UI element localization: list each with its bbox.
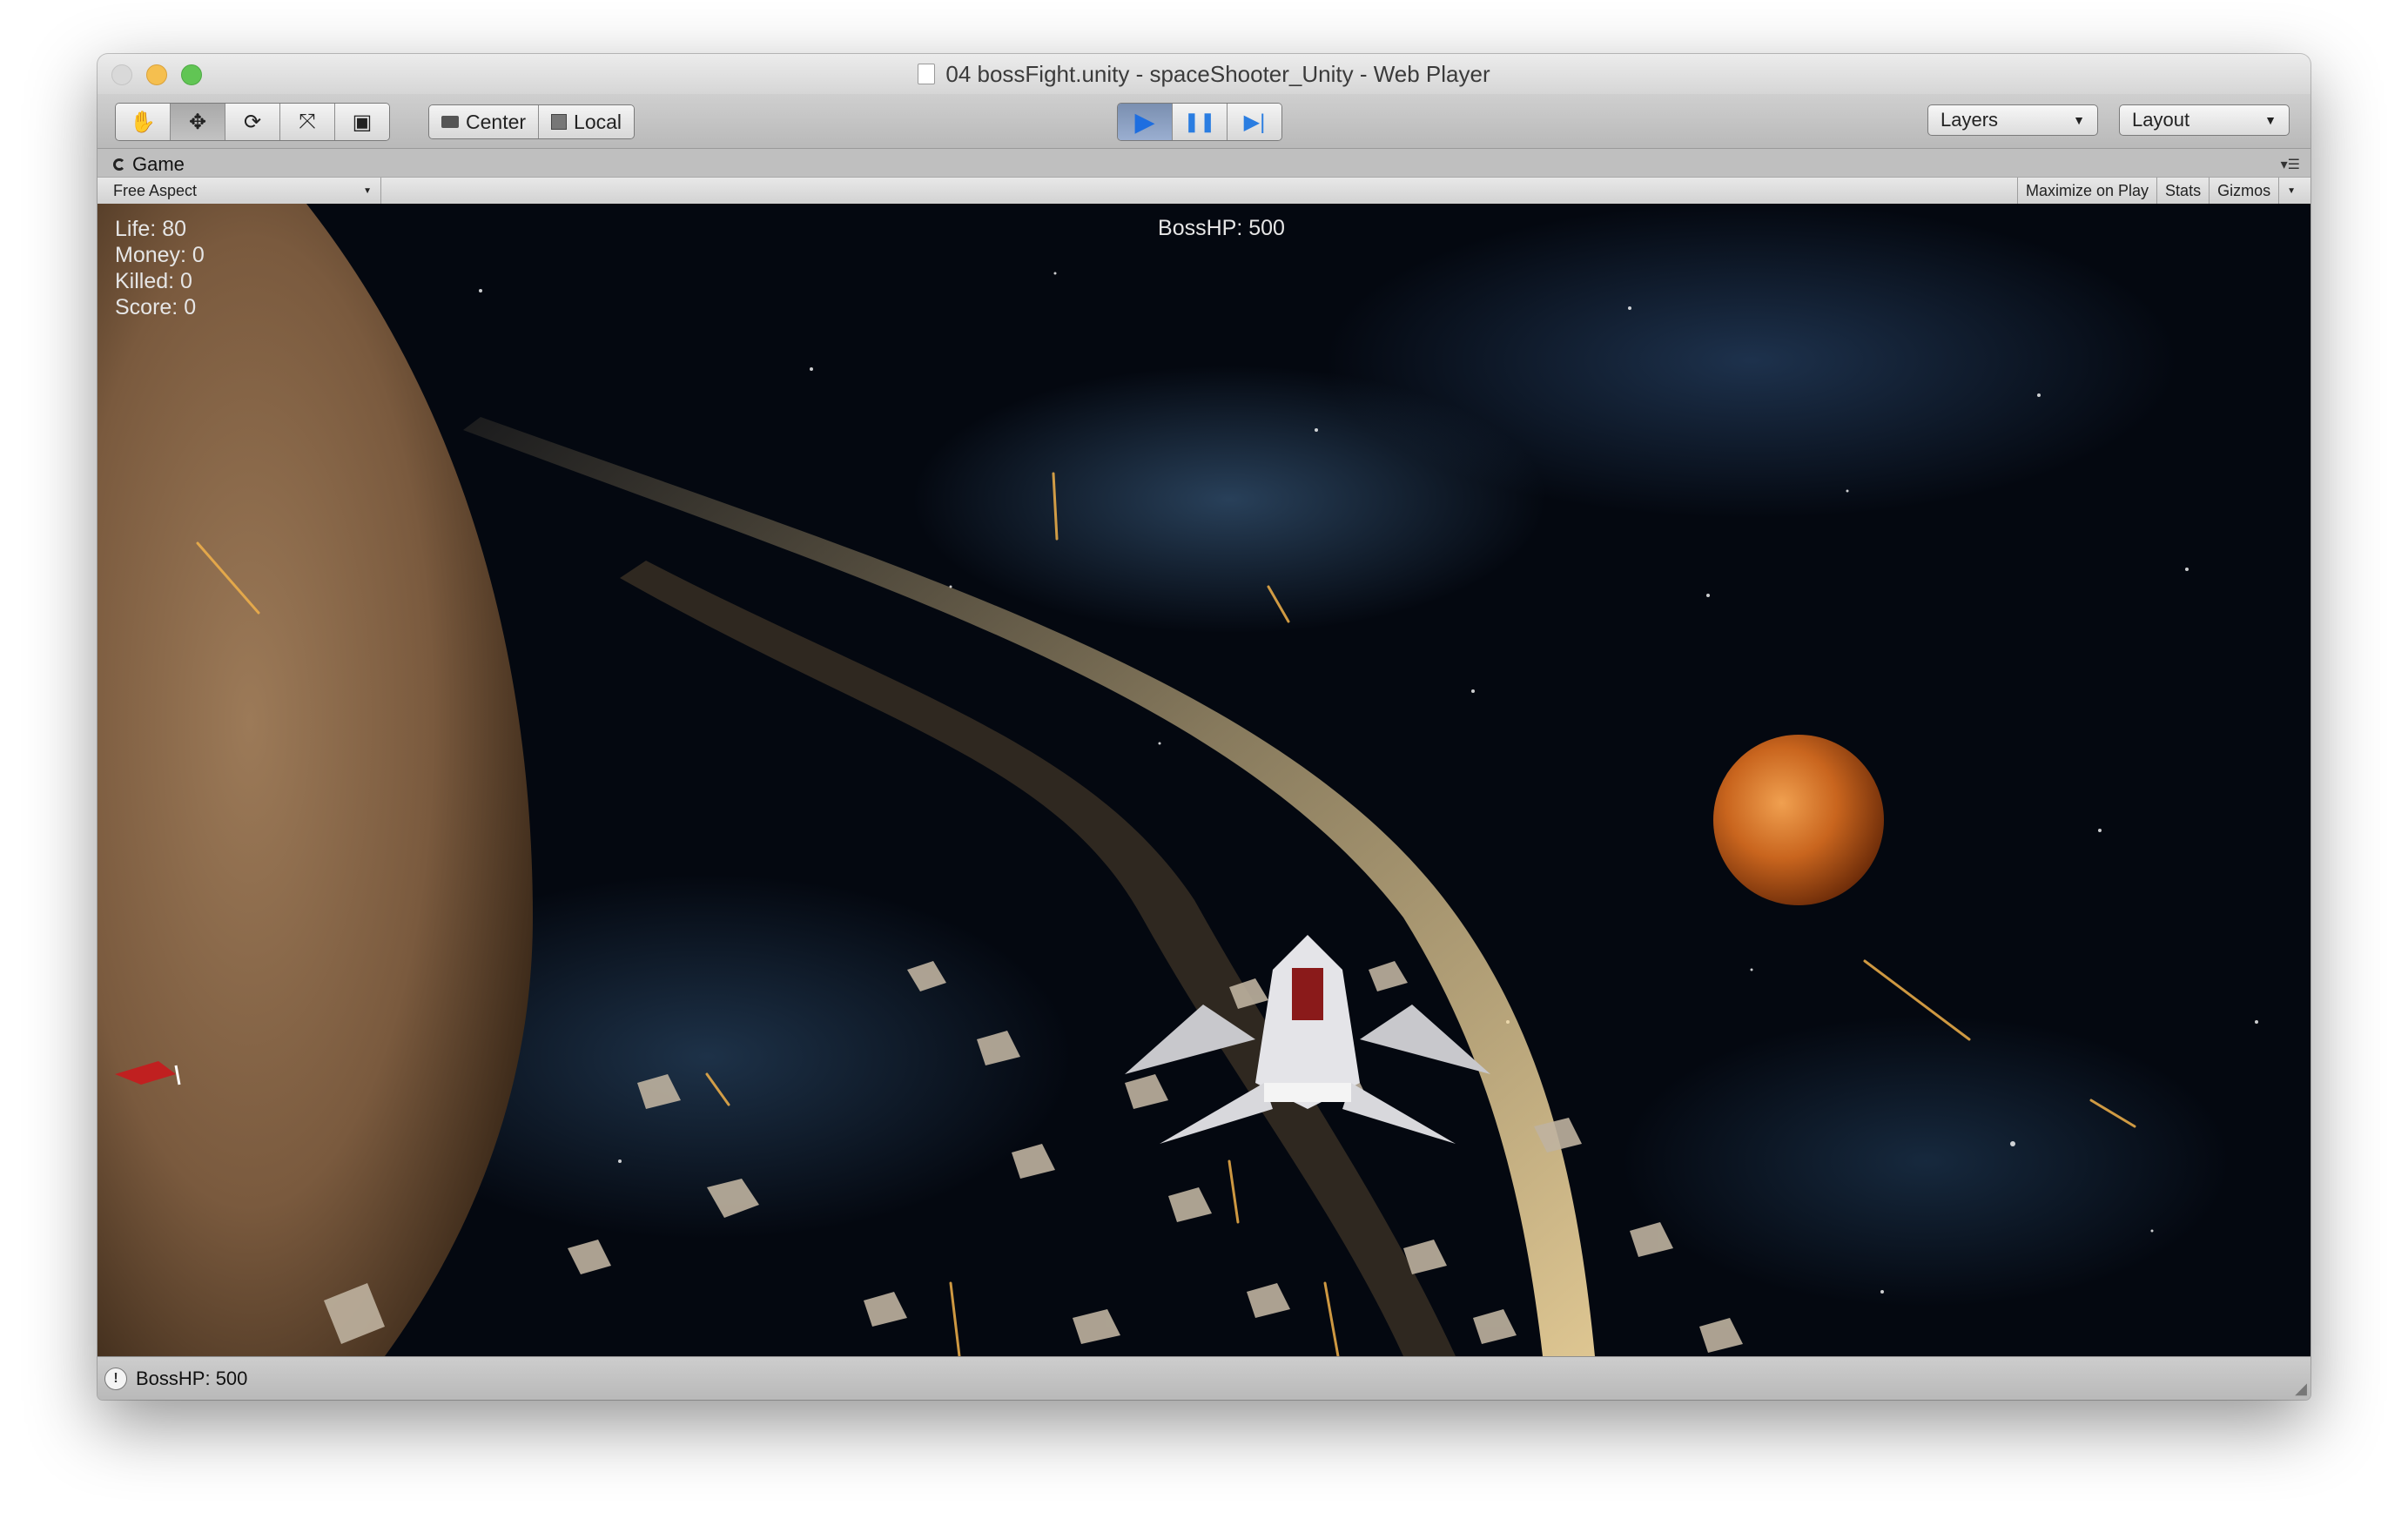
layers-label: Layers [1941, 109, 1999, 131]
step-icon: ▶| [1243, 110, 1266, 134]
hand-tool-button[interactable]: ✋ [116, 104, 171, 140]
layers-dropdown[interactable]: Layers ▼ [1927, 104, 2098, 136]
rotate-icon: ⟳ [243, 110, 262, 134]
space-local-button[interactable]: Local [539, 105, 635, 138]
move-tool-button[interactable]: ✥ [171, 104, 225, 140]
play-button[interactable]: ▶ [1118, 104, 1173, 140]
game-view[interactable]: Life: 80 Money: 0 Killed: 0 Score: 0 Bos… [98, 204, 2310, 1356]
hud-money: Money: 0 [115, 243, 205, 267]
step-button[interactable]: ▶| [1228, 104, 1281, 140]
chevron-down-icon: ▼ [2073, 113, 2085, 127]
planet-ring [463, 417, 1595, 1356]
gizmos-toggle[interactable]: Gizmos [2209, 178, 2278, 204]
cube-icon [551, 114, 568, 130]
chevron-down-icon: ▼ [363, 185, 372, 196]
layout-label: Layout [2132, 109, 2190, 131]
resize-grip-icon[interactable]: ◢ [2295, 1380, 2307, 1398]
status-message: BossHP: 500 [136, 1367, 248, 1389]
panel-tab-strip: Game ▾☰ [98, 149, 2310, 177]
brown-planet [98, 204, 533, 1356]
game-tab-label: Game [132, 153, 185, 175]
rect-icon: ▣ [352, 110, 373, 134]
window-title-wrap: 04 bossFight.unity - spaceShooter_Unity … [98, 54, 2310, 94]
hud-killed: Killed: 0 [115, 269, 192, 293]
stats-toggle[interactable]: Stats [2156, 178, 2209, 204]
transform-tools: ✋ ✥ ⟳ ⤧ ▣ [115, 103, 390, 141]
gizmos-dropdown-icon[interactable]: ▼ [2278, 178, 2304, 204]
aspect-dropdown[interactable]: Free Aspect ▼ [104, 178, 381, 204]
pivot-toggles: Center Local [428, 104, 636, 139]
web-player-window: 04 bossFight.unity - spaceShooter_Unity … [98, 54, 2310, 1400]
info-icon: ! [104, 1367, 127, 1390]
maximize-on-play-toggle[interactable]: Maximize on Play [2017, 178, 2156, 204]
layout-dropdown[interactable]: Layout ▼ [2119, 104, 2290, 136]
game-tab-icon [113, 158, 125, 171]
hud-score: Score: 0 [115, 295, 197, 319]
tab-game[interactable]: Game [113, 152, 185, 177]
chevron-down-icon: ▼ [2264, 113, 2277, 127]
pivot-icon [441, 116, 459, 128]
pause-button[interactable]: ❚❚ [1173, 104, 1228, 140]
space-label: Local [574, 110, 622, 133]
scale-icon: ⤧ [299, 110, 316, 133]
space-scene [98, 204, 2258, 1356]
move-icon: ✥ [188, 110, 207, 134]
panel-menu-icon[interactable]: ▾☰ [2281, 156, 2300, 173]
orange-planet [1713, 735, 1884, 905]
window-title: 04 bossFight.unity - spaceShooter_Unity … [945, 60, 1490, 87]
editor-toolbar: ✋ ✥ ⟳ ⤧ ▣ Center Local ▶ ❚❚ ▶| Layers ▼ [98, 94, 2310, 149]
status-bar[interactable]: ! BossHP: 500 ◢ [98, 1356, 2310, 1400]
document-icon [918, 64, 936, 84]
game-view-options: Maximize on Play Stats Gizmos ▼ [2017, 178, 2304, 204]
hand-icon: ✋ [130, 110, 156, 134]
playback-controls: ▶ ❚❚ ▶| [1117, 103, 1282, 141]
stars [461, 272, 2258, 1294]
scale-tool-button[interactable]: ⤧ [280, 104, 335, 140]
title-bar: 04 bossFight.unity - spaceShooter_Unity … [98, 54, 2310, 95]
pause-icon: ❚❚ [1183, 111, 1216, 132]
rotate-tool-button[interactable]: ⟳ [225, 104, 280, 140]
rect-tool-button[interactable]: ▣ [335, 104, 389, 140]
play-icon: ▶ [1134, 107, 1155, 137]
aspect-label: Free Aspect [113, 181, 198, 199]
pivot-label: Center [466, 110, 527, 133]
game-view-toolbar: Free Aspect ▼ Maximize on Play Stats Giz… [98, 177, 2310, 205]
hud-boss-hp: BossHP: 500 [1158, 216, 1285, 240]
pivot-center-button[interactable]: Center [429, 105, 540, 138]
